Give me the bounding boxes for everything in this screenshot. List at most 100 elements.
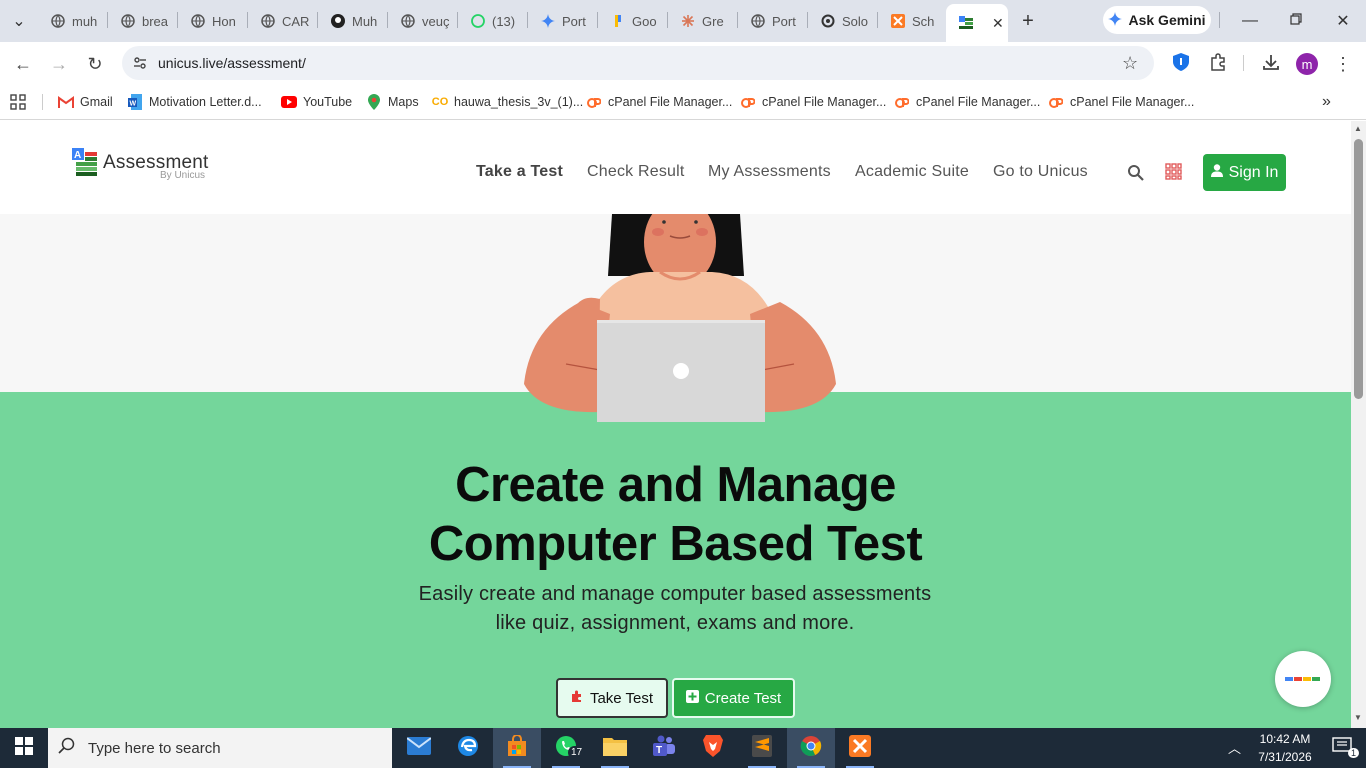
bookmark-label: YouTube — [303, 95, 353, 109]
taskbar-xampp[interactable] — [836, 728, 884, 768]
site-logo[interactable]: A Assessment By Unicus — [72, 148, 212, 182]
tab-1[interactable]: brea — [110, 8, 174, 34]
bookmark-item[interactable]: cPanel File Manager... — [894, 92, 1040, 112]
headline-line-2: Computer Based Test — [428, 517, 923, 571]
tab-active[interactable]: ✕ — [946, 4, 1008, 42]
menu-button[interactable]: ⋮ — [1329, 50, 1357, 78]
edge-icon — [457, 735, 479, 762]
windows-taskbar: Type here to search 17 T ︿ 10:42 AM 7/31… — [0, 728, 1366, 768]
restore-button[interactable] — [1283, 8, 1309, 34]
notification-center-button[interactable]: 1 — [1318, 728, 1366, 768]
tab-3[interactable]: CAR — [250, 8, 314, 34]
chat-widget-button[interactable] — [1275, 651, 1331, 707]
reload-icon: ↻ — [87, 53, 103, 74]
tab-7[interactable]: Port — [530, 8, 594, 34]
download-icon — [1262, 53, 1280, 76]
cpanel-icon — [894, 94, 910, 110]
sign-in-button[interactable]: Sign In — [1203, 154, 1286, 191]
nav-my-assessments[interactable]: My Assessments — [708, 163, 831, 181]
tab-0[interactable]: muh — [40, 8, 104, 34]
subtitle-line-1: Easily create and manage computer based … — [418, 583, 932, 605]
take-test-label: Take Test — [589, 689, 654, 707]
tab-8[interactable]: Goo — [600, 8, 664, 34]
cpanel-icon — [740, 94, 756, 110]
address-bar[interactable]: unicus.live/assessment/ ☆ — [122, 46, 1154, 80]
globe-icon — [50, 13, 66, 29]
tab-12[interactable]: Sch — [880, 8, 944, 34]
tab-2[interactable]: Hon — [180, 8, 244, 34]
bookmark-item[interactable]: W Motivation Letter.d... — [127, 92, 262, 112]
tab-9[interactable]: Gre — [670, 8, 734, 34]
browser-toolbar: ← → ↻ unicus.live/assessment/ ☆ m ⋮ — [0, 42, 1366, 84]
taskbar-chrome[interactable] — [787, 728, 835, 768]
taskbar-file-explorer[interactable] — [591, 728, 639, 768]
taskbar-edge[interactable] — [444, 728, 492, 768]
tab-label: Port — [772, 13, 796, 29]
taskbar-mail[interactable] — [395, 728, 443, 768]
apps-grid-icon — [10, 94, 26, 110]
bookmark-label: cPanel File Manager... — [1070, 95, 1195, 109]
site-info-icon[interactable] — [132, 55, 148, 76]
taskbar-sublime-text[interactable] — [738, 728, 786, 768]
taskbar-brave[interactable] — [689, 728, 737, 768]
more-bookmarks-button[interactable]: » — [1322, 92, 1331, 112]
google-icon — [610, 13, 626, 29]
apps-button[interactable] — [10, 92, 26, 112]
start-button[interactable] — [0, 728, 48, 768]
ask-gemini-button[interactable]: Ask Gemini — [1103, 6, 1211, 34]
scrollbar-thumb[interactable] — [1354, 139, 1363, 399]
nav-check-result[interactable]: Check Result — [587, 163, 685, 181]
bookmark-item[interactable]: YouTube — [281, 92, 352, 112]
taskbar-store[interactable] — [493, 728, 541, 768]
search-icon[interactable] — [1127, 164, 1144, 186]
back-button[interactable]: ← — [9, 50, 37, 78]
tab-5[interactable]: veuç — [390, 8, 454, 34]
tab-6[interactable]: (13) — [460, 8, 524, 34]
tab-search-button[interactable]: ⌄ — [6, 8, 32, 34]
windows-logo-icon — [15, 736, 33, 760]
ask-gemini-label: Ask Gemini — [1128, 12, 1206, 28]
close-window-button[interactable]: ✕ — [1330, 8, 1356, 34]
page-scrollbar[interactable]: ▲ ▼ — [1351, 121, 1366, 728]
tab-10[interactable]: Port — [740, 8, 804, 34]
bookmark-item[interactable]: cPanel File Manager... — [740, 92, 886, 112]
apps-grid-icon[interactable] — [1165, 163, 1182, 185]
headline-line-1: Create and Manage — [455, 458, 896, 512]
create-test-button[interactable]: Create Test — [672, 678, 795, 718]
scroll-down-icon[interactable]: ▼ — [1354, 713, 1362, 722]
taskbar-whatsapp[interactable]: 17 — [542, 728, 590, 768]
profile-button[interactable]: m — [1293, 50, 1321, 78]
downloads-button[interactable] — [1257, 50, 1285, 78]
reload-button[interactable]: ↻ — [81, 50, 109, 78]
extension-shield-button[interactable] — [1167, 50, 1195, 78]
new-tab-button[interactable]: + — [1015, 8, 1041, 34]
bookmark-item[interactable]: cPanel File Manager... — [1048, 92, 1194, 112]
tab-4[interactable]: Muh — [320, 8, 384, 34]
taskbar-teams[interactable]: T — [640, 728, 688, 768]
take-test-button[interactable]: Take Test — [556, 678, 668, 718]
close-tab-icon[interactable]: ✕ — [992, 15, 1004, 32]
bookmark-item[interactable]: Maps — [366, 92, 419, 112]
nav-academic-suite[interactable]: Academic Suite — [855, 163, 969, 181]
nav-take-a-test[interactable]: Take a Test — [476, 163, 563, 181]
tab-11[interactable]: Solo — [810, 8, 874, 34]
store-bag-icon — [506, 733, 528, 762]
claude-icon — [680, 13, 696, 29]
bookmark-item[interactable]: Gmail — [58, 92, 113, 112]
bookmark-star-icon[interactable]: ☆ — [1122, 53, 1138, 74]
scroll-up-icon[interactable]: ▲ — [1354, 124, 1362, 133]
bookmark-item[interactable]: CO hauwa_thesis_3v_(1)... — [432, 92, 584, 112]
taskbar-search[interactable]: Type here to search — [48, 728, 392, 768]
globe-icon — [750, 13, 766, 29]
nav-go-to-unicus[interactable]: Go to Unicus — [993, 163, 1088, 181]
puzzle-icon — [571, 690, 584, 707]
tab-separator — [737, 12, 738, 28]
show-hidden-icons-chevron-up-icon[interactable]: ︿ — [1228, 738, 1241, 757]
taskbar-clock[interactable]: 10:42 AM 7/31/2026 — [1250, 730, 1320, 766]
tab-label: veuç — [422, 13, 450, 29]
bookmark-item[interactable]: cPanel File Manager... — [586, 92, 732, 112]
globe-icon — [190, 13, 206, 29]
forward-button[interactable]: → — [45, 50, 73, 78]
extensions-button[interactable] — [1204, 50, 1232, 78]
minimize-button[interactable]: — — [1237, 8, 1263, 34]
